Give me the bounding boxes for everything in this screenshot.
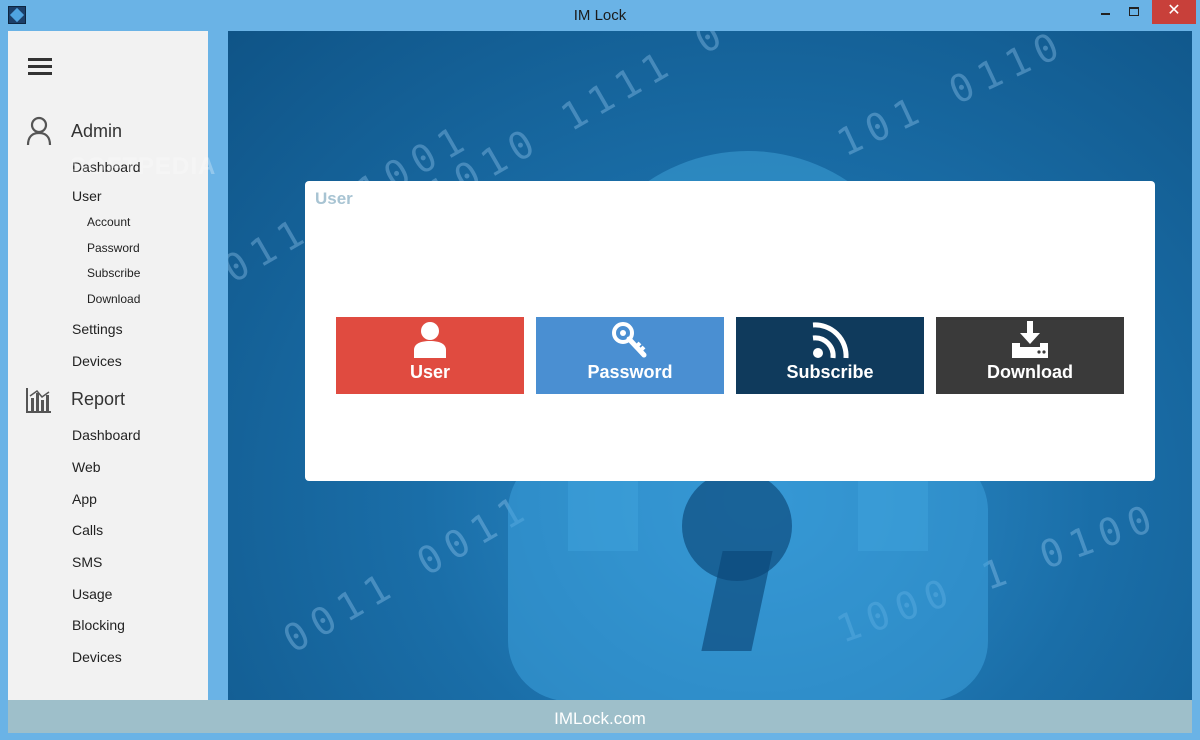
minimize-icon [1101,13,1110,15]
app-window: IM Lock ✕ Admin Dashboard User Account P… [0,0,1200,740]
maximize-icon [1129,7,1139,16]
section-title-report: Report [71,389,126,409]
sidebar-item-app[interactable]: App [72,491,97,507]
sidebar-item-calls[interactable]: Calls [72,522,103,538]
subscribe-tile-label: Subscribe [786,362,874,382]
sidebar-item-usage[interactable]: Usage [72,586,112,602]
bar-chart-icon [26,388,51,413]
user-tile-button[interactable]: User [336,317,524,394]
rss-icon [812,322,849,359]
sidebar: Admin Dashboard User Account Password Su… [8,31,208,700]
download-icon [1012,321,1048,358]
section-title-admin: Admin [71,121,123,141]
sidebar-item-web[interactable]: Web [72,459,101,475]
sidebar-item-sms[interactable]: SMS [72,554,102,570]
sidebar-item-report-dashboard[interactable]: Dashboard [72,427,141,443]
download-tile-button[interactable]: Download [936,317,1124,394]
subscribe-tile-button[interactable]: Subscribe [736,317,924,394]
hamburger-menu-icon[interactable] [28,58,52,76]
user-icon [414,322,446,358]
card-title: User [315,189,353,208]
close-button[interactable]: ✕ [1152,0,1196,24]
user-card: User User Password Subscribe Download [305,181,1155,481]
decorative-binary: 0011 0011 [275,484,539,662]
sidebar-subitem-download[interactable]: Download [87,292,140,306]
person-outline-icon [26,116,52,146]
title-bar: IM Lock ✕ [0,0,1200,31]
user-tile-label: User [409,362,451,382]
password-tile-label: Password [587,362,673,382]
key-icon [612,322,647,358]
sidebar-item-admin-devices[interactable]: Devices [72,353,122,369]
sidebar-subitem-subscribe[interactable]: Subscribe [87,266,140,280]
sidebar-subitem-password[interactable]: Password [87,241,140,255]
window-title: IM Lock [573,7,627,24]
sidebar-item-settings[interactable]: Settings [72,321,123,337]
maximize-button[interactable] [1120,0,1148,24]
sidebar-item-blocking[interactable]: Blocking [72,617,125,633]
decorative-binary: 101 0110 [830,31,1073,166]
sidebar-item-user[interactable]: User [72,188,102,204]
footer-bar: IMLock.com [8,700,1192,733]
sidebar-subitem-account[interactable]: Account [87,215,130,229]
sidebar-item-report-devices[interactable]: Devices [72,649,122,665]
minimize-button[interactable] [1092,0,1120,24]
password-tile-button[interactable]: Password [536,317,724,394]
footer-link[interactable]: IMLock.com [8,709,1192,729]
download-tile-label: Download [987,362,1073,382]
watermark: SOFTPEDIA [70,153,217,180]
